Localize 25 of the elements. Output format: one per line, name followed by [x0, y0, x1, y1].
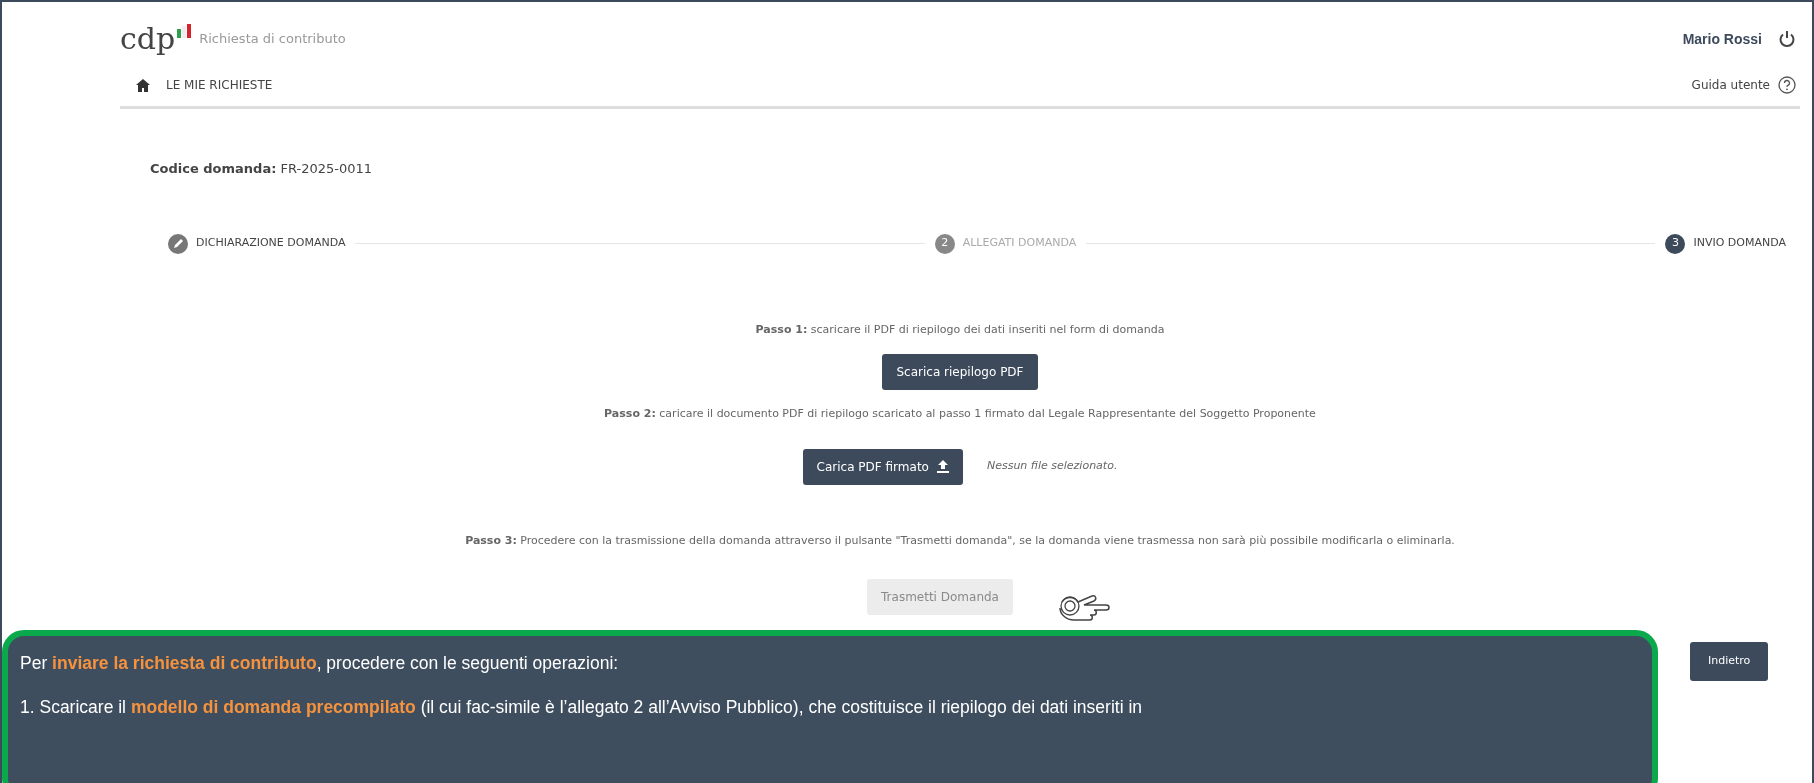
- download-button[interactable]: Scarica riepilogo PDF: [882, 354, 1038, 390]
- flag-icon: [177, 24, 192, 38]
- upload-icon: [936, 460, 949, 473]
- step-label: ALLEGATI DOMANDA: [962, 235, 1077, 252]
- back-button[interactable]: Indietro: [1690, 642, 1769, 681]
- step-label: DICHIARAZIONE DOMANDA: [196, 235, 346, 252]
- home-icon[interactable]: [136, 78, 150, 92]
- application-code: Codice domanda: FR-2025-0011: [150, 160, 374, 178]
- step-number: 2: [934, 233, 955, 254]
- callout-text: Per inviare la richiesta di contributo, procedere con le seguenti operazioni:: [20, 652, 620, 675]
- file-status: Nessun file selezionato.: [986, 458, 1118, 475]
- callout-text: 1. Scaricare il modello di domanda precompilato (il cui fac-simile è l’allegato 2 all’Avviso Pubblico), che costituisce il riepilogo dei dati inseriti in: [20, 696, 1143, 720]
- home-link[interactable]: LE MIE RICHIESTE: [166, 76, 273, 94]
- logo-text: cdp: [120, 24, 176, 54]
- app-title: Richiesta di contributo: [199, 30, 346, 49]
- step-instruction: Passo 3: Procedere con la trasmissione della domanda attraverso il pulsante "Trasmetti domanda", se la domanda viene trasmessa non sarà più possibile modificarla o eliminarla.: [465, 532, 1455, 549]
- step-label: INVIO DOMANDA: [1693, 235, 1786, 252]
- power-icon[interactable]: [1778, 30, 1796, 48]
- help-icon[interactable]: [1778, 76, 1796, 94]
- upload-button[interactable]: Carica PDF firmato: [802, 448, 963, 485]
- help-link[interactable]: Guida utente: [1691, 76, 1770, 94]
- step-instruction: Passo 1: scaricare il PDF di riepilogo dei dati inseriti nel form di domanda: [755, 321, 1165, 338]
- step-instruction: Passo 2: caricare il documento PDF di riepilogo scaricato al passo 1 firmato dal Legale Rappresentante del Soggetto Proponente: [604, 406, 1316, 422]
- step-number: 3: [1665, 233, 1686, 254]
- user-name: Mario Rossi: [1682, 29, 1762, 49]
